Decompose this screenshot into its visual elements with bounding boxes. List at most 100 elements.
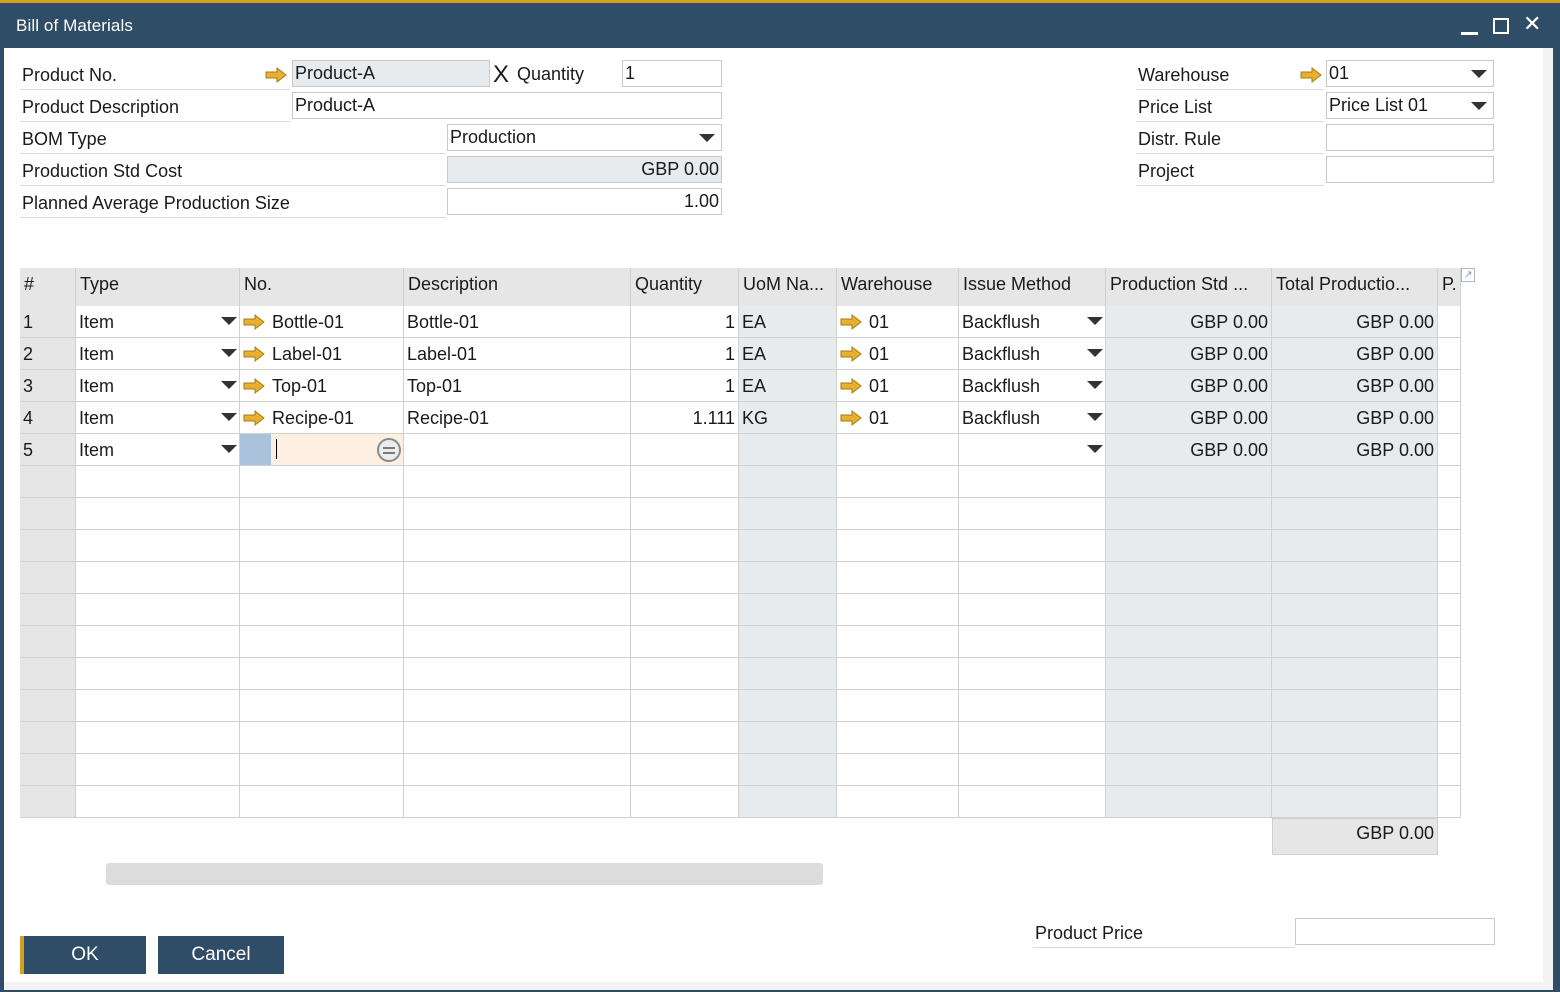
column-header-warehouse[interactable]: Warehouse (837, 268, 959, 306)
empty-cell[interactable] (404, 594, 631, 626)
column-header-quantity[interactable]: Quantity (631, 268, 739, 306)
empty-cell[interactable] (837, 466, 959, 498)
product-no-field[interactable]: Product-A (292, 60, 490, 87)
empty-cell[interactable] (837, 786, 959, 818)
empty-cell[interactable] (1438, 594, 1461, 626)
choose-from-list-icon[interactable] (377, 438, 401, 462)
chevron-down-icon[interactable] (1087, 349, 1103, 357)
empty-cell[interactable] (631, 562, 739, 594)
link-arrow-icon[interactable] (1299, 66, 1323, 84)
empty-cell[interactable] (240, 786, 404, 818)
empty-cell[interactable] (404, 626, 631, 658)
empty-cell[interactable] (959, 658, 1106, 690)
column-header-issue-method[interactable]: Issue Method (959, 268, 1106, 306)
column-header-uom[interactable]: UoM Na... (739, 268, 837, 306)
empty-cell[interactable] (240, 626, 404, 658)
quantity-field[interactable]: 1 (622, 60, 722, 87)
empty-cell[interactable] (959, 498, 1106, 530)
cell-quantity[interactable]: 1 (631, 370, 739, 402)
cell-p[interactable] (1438, 338, 1461, 370)
column-header-prod-std-cost[interactable]: Production Std ... (1106, 268, 1272, 306)
empty-cell[interactable] (837, 690, 959, 722)
empty-cell[interactable] (240, 754, 404, 786)
cell-no[interactable]: Recipe-01 (240, 402, 404, 434)
empty-cell[interactable] (404, 466, 631, 498)
empty-cell[interactable] (404, 754, 631, 786)
cell-issue-method[interactable] (959, 434, 1106, 466)
chevron-down-icon[interactable] (221, 445, 237, 453)
empty-cell[interactable] (959, 530, 1106, 562)
column-header-total-prod[interactable]: Total Productio... (1272, 268, 1438, 306)
empty-cell[interactable] (837, 754, 959, 786)
cell-type[interactable]: Item (76, 306, 240, 338)
chevron-down-icon[interactable] (221, 413, 237, 421)
chevron-down-icon[interactable] (1087, 381, 1103, 389)
cell-description[interactable]: Label-01 (404, 338, 631, 370)
minimize-button[interactable] (1457, 14, 1483, 40)
project-field[interactable] (1326, 156, 1494, 183)
cell-no[interactable]: Label-01 (240, 338, 404, 370)
planned-avg-size-field[interactable]: 1.00 (447, 188, 722, 215)
empty-cell[interactable] (76, 754, 240, 786)
cell-description[interactable]: Top-01 (404, 370, 631, 402)
cell-issue-method[interactable]: Backflush (959, 402, 1106, 434)
empty-cell[interactable] (76, 498, 240, 530)
warehouse-select[interactable]: 01 (1326, 60, 1494, 87)
empty-cell[interactable] (631, 626, 739, 658)
ok-button[interactable]: OK (20, 936, 146, 974)
cell-issue-method[interactable]: Backflush (959, 338, 1106, 370)
empty-cell[interactable] (631, 466, 739, 498)
empty-cell[interactable] (959, 562, 1106, 594)
expand-icon[interactable]: ↗ (1461, 268, 1475, 282)
cell-issue-method[interactable]: Backflush (959, 306, 1106, 338)
empty-cell[interactable] (631, 498, 739, 530)
empty-cell[interactable] (631, 658, 739, 690)
cell-quantity[interactable] (631, 434, 739, 466)
empty-cell[interactable] (631, 530, 739, 562)
empty-cell[interactable] (404, 658, 631, 690)
empty-cell[interactable] (76, 626, 240, 658)
cell-p[interactable] (1438, 434, 1461, 466)
empty-cell[interactable] (240, 530, 404, 562)
cell-no[interactable] (240, 434, 404, 466)
product-description-field[interactable]: Product-A (292, 92, 722, 119)
empty-cell[interactable] (76, 562, 240, 594)
empty-cell[interactable] (631, 722, 739, 754)
cell-no[interactable]: Bottle-01 (240, 306, 404, 338)
link-arrow-icon[interactable] (242, 313, 266, 331)
empty-cell[interactable] (959, 786, 1106, 818)
empty-cell[interactable] (959, 722, 1106, 754)
cell-description[interactable] (404, 434, 631, 466)
empty-cell[interactable] (240, 466, 404, 498)
cell-description[interactable]: Recipe-01 (404, 402, 631, 434)
empty-cell[interactable] (1438, 754, 1461, 786)
link-arrow-icon[interactable] (264, 66, 288, 84)
distr-rule-field[interactable] (1326, 124, 1494, 151)
empty-cell[interactable] (404, 562, 631, 594)
cell-warehouse[interactable]: 01 (837, 370, 959, 402)
chevron-down-icon[interactable] (221, 317, 237, 325)
empty-cell[interactable] (959, 466, 1106, 498)
cell-type[interactable]: Item (76, 338, 240, 370)
cell-p[interactable] (1438, 402, 1461, 434)
chevron-down-icon[interactable] (1087, 413, 1103, 421)
empty-cell[interactable] (837, 594, 959, 626)
empty-cell[interactable] (959, 754, 1106, 786)
chevron-down-icon[interactable] (221, 349, 237, 357)
cell-type[interactable]: Item (76, 402, 240, 434)
link-arrow-icon[interactable] (839, 409, 863, 427)
empty-cell[interactable] (837, 658, 959, 690)
empty-cell[interactable] (404, 722, 631, 754)
cell-warehouse[interactable]: 01 (837, 306, 959, 338)
empty-cell[interactable] (1438, 626, 1461, 658)
empty-cell[interactable] (240, 594, 404, 626)
cell-warehouse[interactable]: 01 (837, 402, 959, 434)
empty-cell[interactable] (240, 562, 404, 594)
cell-quantity[interactable]: 1 (631, 306, 739, 338)
cell-warehouse[interactable] (837, 434, 959, 466)
empty-cell[interactable] (1438, 722, 1461, 754)
link-arrow-icon[interactable] (242, 409, 266, 427)
empty-cell[interactable] (1438, 786, 1461, 818)
cell-quantity[interactable]: 1 (631, 338, 739, 370)
close-button[interactable]: ✕ (1521, 12, 1547, 40)
